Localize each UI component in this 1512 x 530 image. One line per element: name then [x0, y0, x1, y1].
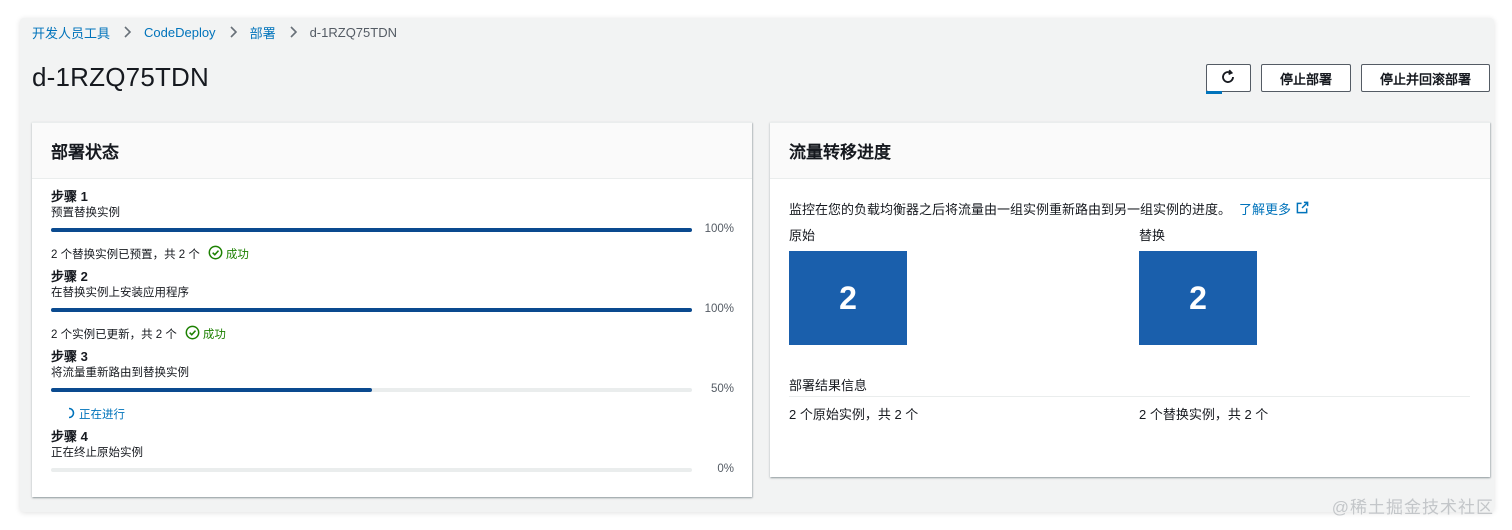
- progress-track: [51, 308, 692, 312]
- breadcrumb-developer-tools[interactable]: 开发人员工具: [32, 23, 110, 42]
- refresh-button[interactable]: [1205, 64, 1251, 94]
- panel-header: 部署状态: [32, 123, 752, 179]
- step-label: 步骤 2: [51, 269, 88, 284]
- original-label: 原始: [789, 228, 816, 243]
- watermark: @稀土掘金技术社区: [1331, 498, 1494, 517]
- deployment-result-title: 部署结果信息: [789, 378, 868, 393]
- progress-percent: 100%: [704, 303, 734, 315]
- traffic-description: 监控在您的负载均衡器之后将流量由一组实例重新路由到另一组实例的进度。 了解更多: [789, 199, 1309, 218]
- page-title: d-1RZQ75TDN: [32, 62, 210, 92]
- divider: [789, 396, 1470, 397]
- progress-bar: 0%: [51, 463, 741, 479]
- step-description: 预置替换实例: [51, 207, 120, 219]
- chevron-right-icon: [228, 26, 238, 38]
- progress-percent: 100%: [704, 223, 734, 235]
- status-success-label: 成功: [225, 249, 249, 261]
- progress-percent: 0%: [717, 463, 734, 475]
- breadcrumb-deployments[interactable]: 部署: [250, 23, 276, 42]
- deployment-status-title: 部署状态: [51, 143, 119, 162]
- console-page: 开发人员工具 CodeDeploy 部署 d-1RZQ75TDN d-1RZQ7…: [20, 18, 1494, 512]
- chevron-right-icon: [288, 26, 298, 38]
- status-success-label: 成功: [202, 329, 226, 341]
- status-in-progress: 正在进行: [63, 406, 125, 422]
- progress-track: [51, 228, 692, 232]
- replacement-result: 2 个替换实例，共 2 个: [1139, 407, 1269, 422]
- traffic-shifting-panel: 流量转移进度 监控在您的负载均衡器之后将流量由一组实例重新路由到另一组实例的进度…: [770, 122, 1490, 477]
- refresh-icon: [1220, 69, 1236, 88]
- learn-more-link[interactable]: 了解更多: [1239, 199, 1309, 218]
- step-1: 步骤 1 预置替换实例 100% 2 个替换实例已预置，共 2 个 成功: [51, 189, 741, 263]
- panel-header: 流量转移进度: [770, 123, 1490, 179]
- progress-track: [51, 388, 692, 392]
- step-status-text: 2 个实例已更新，共 2 个: [51, 329, 177, 341]
- progress-fill: [51, 228, 692, 232]
- status-success: 成功: [208, 245, 249, 263]
- progress-bar: 50%: [51, 383, 741, 399]
- stop-deployment-button[interactable]: 停止部署: [1260, 64, 1351, 92]
- original-count: 2: [789, 251, 907, 345]
- traffic-description-text: 监控在您的负载均衡器之后将流量由一组实例重新路由到另一组实例的进度。: [789, 202, 1232, 217]
- original-result: 2 个原始实例，共 2 个: [789, 407, 919, 422]
- header-actions: 停止部署 停止并回滚部署: [1205, 64, 1490, 94]
- step-status: 正在进行: [51, 405, 741, 423]
- replacement-label: 替换: [1139, 228, 1166, 243]
- step-2: 步骤 2 在替换实例上安装应用程序 100% 2 个实例已更新，共 2 个 成功: [51, 269, 741, 343]
- progress-bar: 100%: [51, 223, 741, 239]
- stop-and-rollback-button[interactable]: 停止并回滚部署: [1360, 64, 1490, 92]
- chevron-right-icon: [122, 26, 132, 38]
- step-label: 步骤 4: [51, 429, 88, 444]
- spinner-icon: [63, 407, 79, 422]
- progress-percent: 50%: [710, 383, 734, 395]
- step-description: 在替换实例上安装应用程序: [51, 287, 189, 299]
- step-status: 2 个替换实例已预置，共 2 个 成功: [51, 245, 741, 263]
- step-label: 步骤 1: [51, 189, 88, 204]
- check-circle-icon: [185, 325, 203, 343]
- progress-track: [51, 468, 692, 472]
- progress-bar: 100%: [51, 303, 741, 319]
- breadcrumb-codedeploy[interactable]: CodeDeploy: [144, 25, 216, 40]
- learn-more-label: 了解更多: [1239, 202, 1292, 217]
- check-circle-icon: [208, 245, 226, 263]
- step-description: 将流量重新路由到替换实例: [51, 367, 189, 379]
- step-status-text: 2 个替换实例已预置，共 2 个: [51, 249, 200, 261]
- status-in-progress-label: 正在进行: [79, 409, 125, 421]
- breadcrumb-current: d-1RZQ75TDN: [309, 24, 397, 40]
- step-description: 正在终止原始实例: [51, 447, 143, 459]
- replacement-count: 2: [1139, 251, 1257, 345]
- deployment-status-panel: 部署状态 步骤 1 预置替换实例 100% 2 个替换实例已预置，共 2 个 成…: [32, 122, 752, 497]
- progress-fill: [51, 388, 372, 392]
- status-success: 成功: [185, 325, 226, 343]
- external-link-icon: [1291, 201, 1309, 217]
- breadcrumb: 开发人员工具 CodeDeploy 部署 d-1RZQ75TDN: [32, 23, 397, 41]
- step-4: 步骤 4 正在终止原始实例 0%: [51, 429, 741, 479]
- step-label: 步骤 3: [51, 349, 88, 364]
- progress-fill: [51, 308, 692, 312]
- step-3: 步骤 3 将流量重新路由到替换实例 50% 正在进行: [51, 349, 741, 423]
- traffic-shifting-title: 流量转移进度: [789, 143, 891, 162]
- step-status: 2 个实例已更新，共 2 个 成功: [51, 325, 741, 343]
